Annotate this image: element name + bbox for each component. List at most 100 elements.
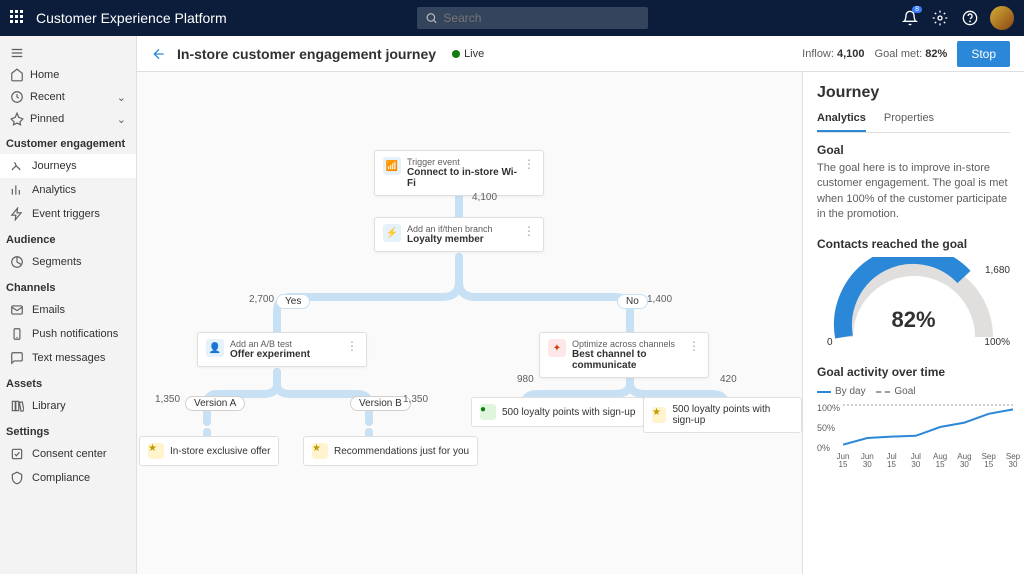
compliance-icon [10,471,24,485]
nav-section-engagement: Customer engagement [0,130,136,154]
node-ab[interactable]: 👤 Add an A/B testOffer experiment ⋮ [197,332,367,367]
goal-met-stat: Goal met: 82% [875,48,948,60]
node-more-icon[interactable]: ⋮ [688,339,700,353]
search-box[interactable] [417,7,649,29]
home-icon [10,68,24,82]
trigger-icon [10,207,24,221]
page-title: In-store customer engagement journey [177,46,436,62]
journey-canvas[interactable]: 📶 Trigger eventConnect to in-store Wi-Fi… [137,72,802,574]
wifi-icon: 📶 [383,157,401,175]
app-name: Customer Experience Platform [36,10,227,26]
notification-badge: 8 [912,6,922,13]
segments-icon [10,255,24,269]
back-icon[interactable] [151,46,167,62]
tab-properties[interactable]: Properties [884,112,934,132]
ab-test-icon: 👤 [206,339,224,357]
inflow-stat: Inflow: 4,100 [802,48,864,60]
user-avatar[interactable] [990,6,1014,30]
nav-library[interactable]: Library [0,394,136,418]
tab-analytics[interactable]: Analytics [817,112,866,132]
goal-title: Goal [817,143,1010,157]
nav-analytics[interactable]: Analytics [0,178,136,202]
opt-left-count: 980 [517,374,534,385]
settings-icon[interactable] [930,8,950,28]
node-more-icon[interactable]: ⋮ [346,339,358,353]
nav-recent[interactable]: Recent ⌄ [0,86,136,108]
nav-section-audience: Audience [0,226,136,250]
no-count: 1,400 [647,294,672,305]
yes-count: 2,700 [249,294,274,305]
nav-segments[interactable]: Segments [0,250,136,274]
nav-section-channels: Channels [0,274,136,298]
goal-description: The goal here is to improve in-store cus… [817,161,1010,223]
live-dot-icon [452,50,460,58]
nav-journeys[interactable]: Journeys [0,154,136,178]
optimize-icon: ✦ [548,339,566,357]
points-icon: ★ [652,407,666,423]
app-launcher-icon[interactable] [10,10,26,26]
right-panel: Journey Analytics Properties Goal The go… [802,72,1024,574]
library-icon [10,399,24,413]
nav-emails[interactable]: Emails [0,298,136,322]
help-icon[interactable] [960,8,980,28]
chevron-down-icon: ⌄ [117,91,126,104]
count-top: 4,100 [472,192,497,203]
version-b-pill: Version B [350,396,411,411]
activity-title: Goal activity over time [817,365,1010,379]
nav-push[interactable]: Push notifications [0,322,136,346]
clock-icon [10,90,24,104]
pin-icon [10,112,24,126]
nav-home[interactable]: Home [0,64,136,86]
node-branch[interactable]: ⚡ Add an if/then branchLoyalty member ⋮ [374,217,544,252]
main: In-store customer engagement journey Liv… [137,36,1024,574]
analytics-icon [10,183,24,197]
sms-icon [10,351,24,365]
journey-icon [10,159,24,173]
nav-pinned[interactable]: Pinned ⌄ [0,108,136,130]
search-icon [425,11,438,25]
stop-button[interactable]: Stop [957,41,1010,67]
chip-loyalty-right[interactable]: ★500 loyalty points with sign-up [643,397,802,433]
nav-section-settings: Settings [0,418,136,442]
gauge-title: Contacts reached the goal [817,237,1010,251]
offer-icon: ★ [148,443,164,459]
push-icon [10,327,24,341]
panel-tabs: Analytics Properties [817,112,1010,133]
nav-event-triggers[interactable]: Event triggers [0,202,136,226]
status-live: Live [452,48,484,60]
left-nav: Home Recent ⌄ Pinned ⌄ Customer engageme… [0,36,137,574]
nav-compliance[interactable]: Compliance [0,466,136,490]
node-trigger[interactable]: 📶 Trigger eventConnect to in-store Wi-Fi… [374,150,544,196]
nav-hamburger[interactable] [0,42,136,64]
node-optimize[interactable]: ✦ Optimize across channelsBest channel t… [539,332,709,378]
chart-legend: By day Goal [817,385,1010,398]
node-more-icon[interactable]: ⋮ [523,224,535,238]
email-icon [10,303,24,317]
branch-icon: ⚡ [383,224,401,242]
consent-icon [10,447,24,461]
chip-recommendations[interactable]: ★Recommendations just for you [303,436,478,466]
ab-b-count: 1,350 [403,394,428,405]
chip-loyalty-left[interactable]: ●500 loyalty points with sign-up [471,397,644,427]
gauge-percent: 82% [891,307,935,333]
gauge-chart: 0 100% 1,680 82% [817,257,1010,357]
branch-yes-pill: Yes [276,294,310,309]
ab-a-count: 1,350 [155,394,180,405]
node-more-icon[interactable]: ⋮ [523,157,535,171]
topbar: Customer Experience Platform 8 [0,0,1024,36]
notification-icon[interactable]: 8 [900,8,920,28]
search-input[interactable] [443,11,640,25]
reco-icon: ★ [312,443,328,459]
chip-instore-offer[interactable]: ★In-store exclusive offer [139,436,279,466]
nav-consent[interactable]: Consent center [0,442,136,466]
branch-no-pill: No [617,294,648,309]
panel-title: Journey [817,84,1010,102]
nav-text[interactable]: Text messages [0,346,136,370]
page-header: In-store customer engagement journey Liv… [137,36,1024,72]
version-a-pill: Version A [185,396,245,411]
search-container [417,7,649,29]
nav-section-assets: Assets [0,370,136,394]
chevron-down-icon: ⌄ [117,113,126,126]
points-icon: ● [480,404,496,420]
hamburger-icon [10,46,24,60]
